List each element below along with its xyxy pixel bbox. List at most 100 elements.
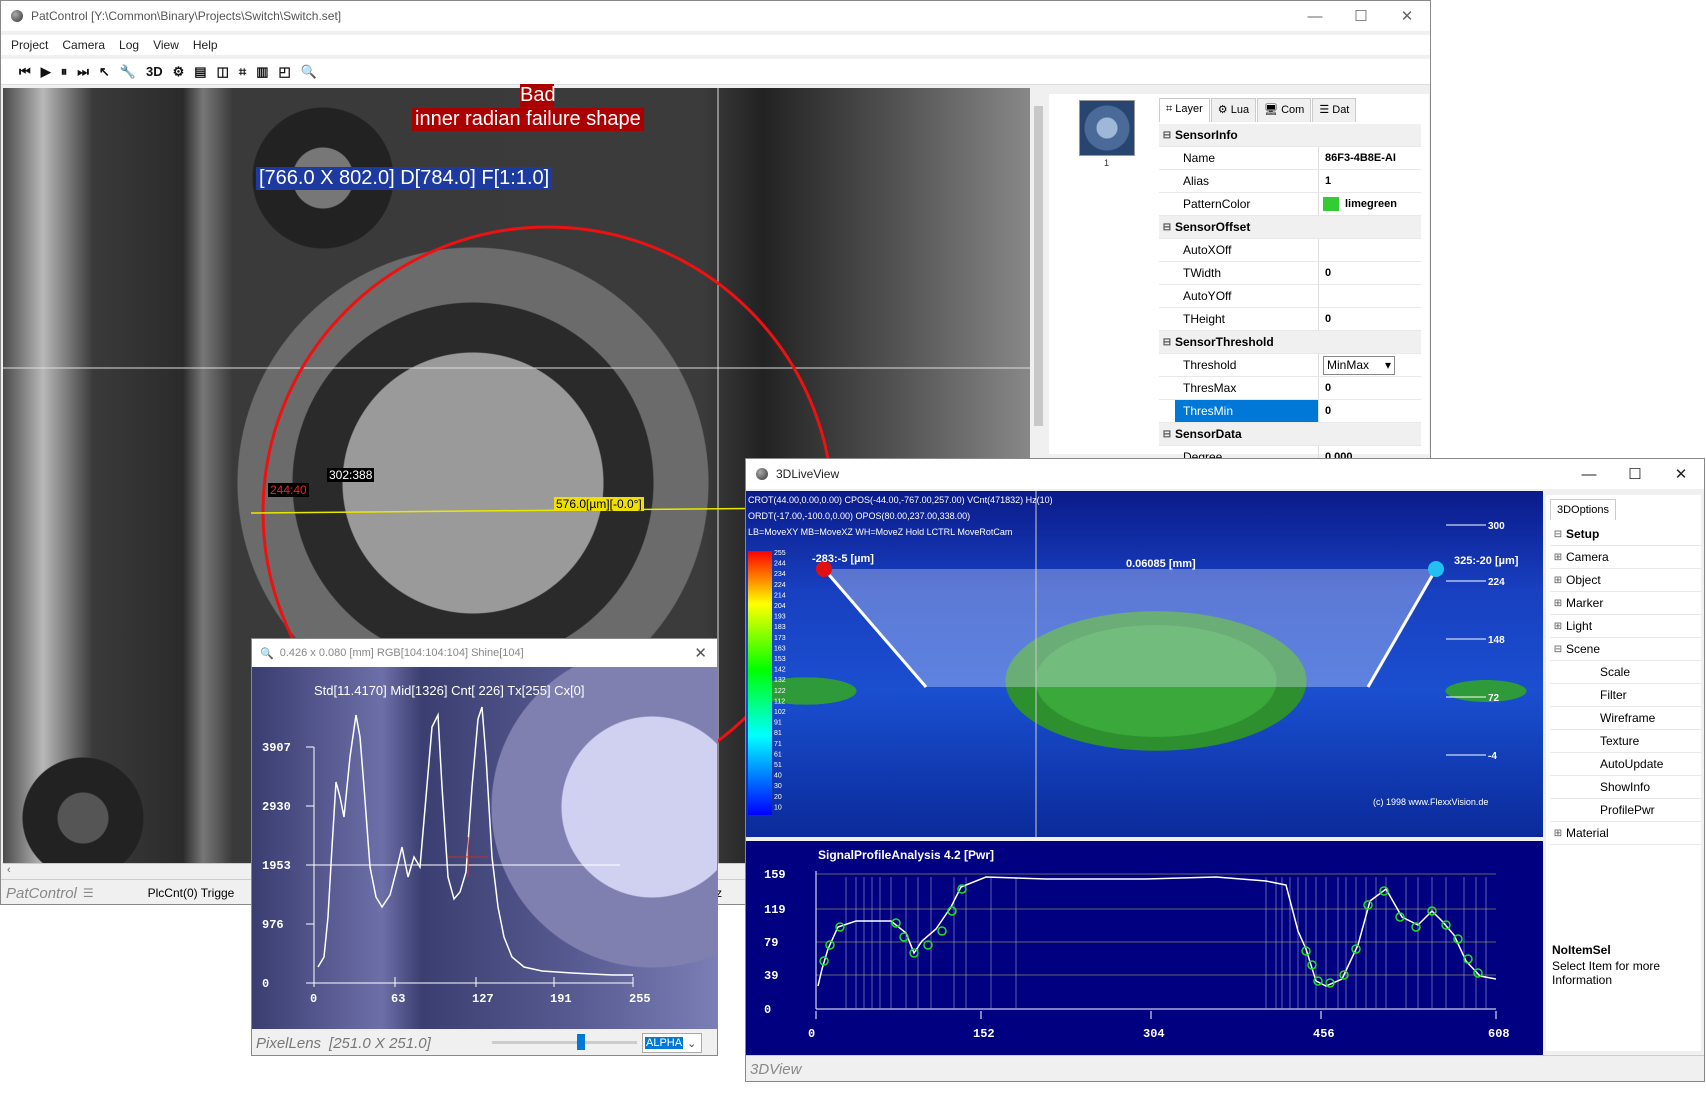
- property-value[interactable]: 1: [1319, 175, 1331, 187]
- threshold-select[interactable]: MinMax ▾: [1323, 355, 1395, 375]
- collapse-icon[interactable]: ⊟: [1159, 429, 1175, 440]
- profile-chart: SignalProfileAnalysis 4.2 [Pwr] 159 119 79 3…: [764, 848, 1510, 1041]
- zoom-icon[interactable]: 🔍: [301, 64, 317, 80]
- property-row[interactable]: Alias 1: [1159, 170, 1421, 193]
- coord-label-red: 244:40: [268, 483, 309, 497]
- play-icon[interactable]: ▶: [41, 64, 51, 80]
- close-button[interactable]: ✕: [1384, 1, 1430, 31]
- option-item[interactable]: ShowInfo: [1550, 776, 1701, 799]
- option-item[interactable]: ⊞ Marker: [1550, 592, 1701, 615]
- wrench-icon[interactable]: 🔧: [120, 64, 136, 80]
- property-row[interactable]: Name 86F3-4B8E-AI: [1159, 147, 1421, 170]
- option-item[interactable]: Wireframe: [1550, 707, 1701, 730]
- fit-icon[interactable]: ◫: [217, 64, 229, 80]
- property-row[interactable]: THeight 0: [1159, 308, 1421, 331]
- marker-right[interactable]: [1428, 561, 1444, 577]
- camera-settings-icon[interactable]: ⚙: [173, 64, 185, 80]
- property-row[interactable]: ThresMax 0: [1159, 377, 1421, 400]
- lens-x-tick: 191: [550, 992, 572, 1006]
- tab-lua[interactable]: ⚙ Lua: [1210, 98, 1257, 122]
- menu-camera[interactable]: Camera: [62, 38, 105, 52]
- menu-view[interactable]: View: [153, 38, 179, 52]
- property-row[interactable]: AutoXOff: [1159, 239, 1421, 262]
- menu-project[interactable]: Project: [11, 38, 48, 52]
- collapse-icon[interactable]: ⊟: [1159, 130, 1175, 141]
- 3d-button[interactable]: 3D: [146, 64, 163, 79]
- expand-icon[interactable]: ⊞: [1550, 575, 1566, 586]
- lens-close-icon[interactable]: ✕: [694, 644, 707, 662]
- option-item[interactable]: AutoUpdate: [1550, 753, 1701, 776]
- profile-x-tick: 456: [1313, 1027, 1335, 1041]
- property-value[interactable]: 86F3-4B8E-AI: [1319, 152, 1396, 164]
- lens-histogram-line: [317, 706, 633, 976]
- property-category[interactable]: ⊟ SensorInfo: [1159, 124, 1421, 147]
- lens-slider[interactable]: [492, 1034, 637, 1050]
- option-item[interactable]: Texture: [1550, 730, 1701, 753]
- option-item[interactable]: ⊟ Setup: [1550, 523, 1701, 546]
- option-item[interactable]: ⊞ Light: [1550, 615, 1701, 638]
- profile-y-tick: 159: [764, 868, 786, 882]
- expand-icon[interactable]: ⊟: [1550, 644, 1566, 655]
- property-category[interactable]: ⊟ SensorOffset: [1159, 216, 1421, 239]
- option-item[interactable]: ⊟ Scene: [1550, 638, 1701, 661]
- property-category[interactable]: ⊟ SensorData: [1159, 423, 1421, 446]
- profile-x-tick: 304: [1143, 1027, 1165, 1041]
- maximize-button[interactable]: ☐: [1338, 1, 1384, 31]
- property-row[interactable]: Threshold MinMax ▾: [1159, 354, 1421, 377]
- lens-slider-thumb[interactable]: [577, 1034, 585, 1050]
- option-item[interactable]: Scale: [1550, 661, 1701, 684]
- step-back-icon[interactable]: ⏮: [19, 64, 31, 80]
- pause-icon[interactable]: ⏸: [61, 64, 68, 80]
- menu-help[interactable]: Help: [193, 38, 218, 52]
- 3d-view[interactable]: 255 244 234 224 214 204 193 183 173 163 153 142 132 1…: [746, 491, 1543, 837]
- property-value[interactable]: 0: [1319, 313, 1331, 325]
- tab-3doptions[interactable]: 3DOptions: [1550, 499, 1616, 520]
- frame-icon[interactable]: ◰: [279, 64, 291, 80]
- step-forward-icon[interactable]: ⏭: [77, 64, 89, 80]
- property-value[interactable]: limegreen: [1339, 198, 1397, 210]
- property-row[interactable]: PatternColor limegreen: [1159, 193, 1421, 216]
- property-key: Name: [1175, 147, 1319, 169]
- lens-view[interactable]: Std[11.4170] Mid[1326] Cnt[ 226] Tx[255]…: [252, 667, 717, 1029]
- select-tool-icon[interactable]: ↖: [99, 64, 110, 80]
- film-icon[interactable]: ▤: [194, 64, 206, 80]
- property-key: AutoXOff: [1175, 239, 1319, 261]
- property-value[interactable]: 0: [1319, 405, 1331, 417]
- expand-icon[interactable]: ⊞: [1550, 621, 1566, 632]
- property-category[interactable]: ⊟ SensorThreshold: [1159, 331, 1421, 354]
- tab-layer[interactable]: ⌗ Layer: [1159, 98, 1210, 122]
- tab-com[interactable]: 🖥 Com: [1257, 98, 1312, 122]
- profile-y-tick: 79: [764, 936, 778, 950]
- live-title: 3DLiveView: [776, 467, 840, 481]
- property-row[interactable]: AutoYOff: [1159, 285, 1421, 308]
- property-row[interactable]: ThresMin 0: [1159, 400, 1421, 423]
- crop-icon[interactable]: ⌗: [239, 64, 246, 80]
- sensor-thumbnail[interactable]: [1079, 100, 1135, 156]
- expand-icon[interactable]: ⊞: [1550, 828, 1566, 839]
- option-item[interactable]: ⊞ Camera: [1550, 546, 1701, 569]
- live-maximize-button[interactable]: ☐: [1612, 459, 1658, 489]
- property-row[interactable]: TWidth 0: [1159, 262, 1421, 285]
- minimize-button[interactable]: —: [1292, 1, 1338, 31]
- scale-label: 10: [774, 804, 782, 811]
- property-value[interactable]: 0: [1319, 382, 1331, 394]
- lua-icon: ⚙: [1217, 104, 1231, 116]
- menu-log[interactable]: Log: [119, 38, 139, 52]
- option-item[interactable]: ProfilePwr: [1550, 799, 1701, 822]
- tab-dat[interactable]: ☰ Dat: [1312, 98, 1357, 122]
- property-value[interactable]: 0: [1319, 267, 1331, 279]
- histogram-icon[interactable]: ▥: [256, 64, 268, 80]
- expand-icon[interactable]: ⊞: [1550, 598, 1566, 609]
- expand-icon[interactable]: ⊞: [1550, 552, 1566, 563]
- option-label: ProfilePwr: [1600, 803, 1655, 817]
- lens-combo[interactable]: ALPHA ⌄: [642, 1033, 702, 1053]
- expand-icon[interactable]: ⊟: [1550, 529, 1566, 540]
- option-item[interactable]: Filter: [1550, 684, 1701, 707]
- option-item[interactable]: ⊞ Material: [1550, 822, 1701, 845]
- collapse-icon[interactable]: ⊟: [1159, 222, 1175, 233]
- live-minimize-button[interactable]: —: [1566, 459, 1612, 489]
- option-item[interactable]: ⊞ Object: [1550, 569, 1701, 592]
- live-close-button[interactable]: ✕: [1658, 459, 1704, 489]
- option-label: Light: [1566, 619, 1593, 633]
- collapse-icon[interactable]: ⊟: [1159, 337, 1175, 348]
